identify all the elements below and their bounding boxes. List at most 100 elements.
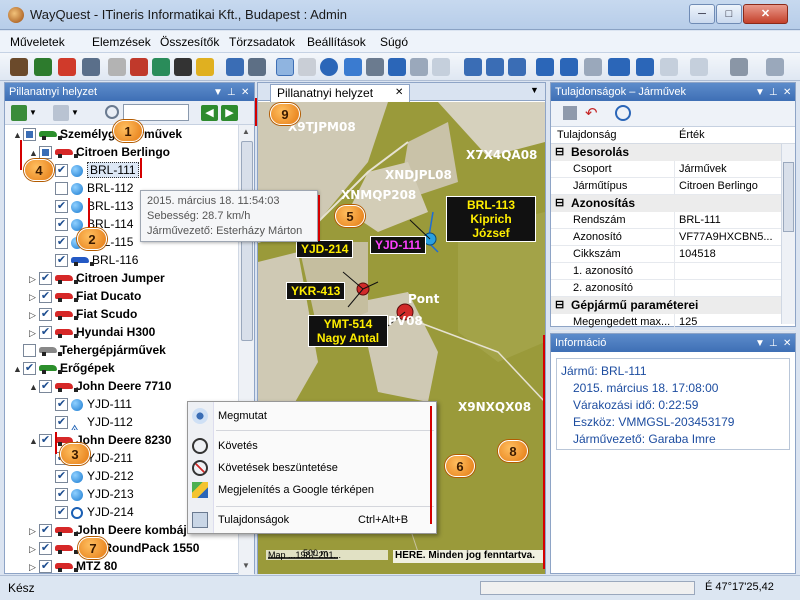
grid-icon[interactable] — [298, 58, 316, 76]
menu-sugo[interactable]: Súgó — [380, 35, 408, 49]
menu-torzsadatok[interactable]: Törzsadatok — [229, 35, 295, 49]
ctx-google-terkep[interactable]: Megjelenítés a Google térképen — [218, 480, 433, 500]
tree-group-item[interactable]: ▲Személygépjárművek — [13, 125, 182, 143]
tree-vehicle-item[interactable]: BRL-112 — [45, 179, 133, 197]
tree-checkbox[interactable] — [39, 146, 52, 160]
chart-icon[interactable] — [226, 58, 244, 76]
tree-checkbox[interactable]: ✔ — [39, 542, 52, 556]
pin-icon[interactable]: ⊥ — [769, 335, 778, 353]
tree-checkbox[interactable]: ✔ — [39, 272, 52, 286]
maximize-button[interactable]: □ — [716, 4, 742, 24]
menu-osszesitok[interactable]: Összesítők — [160, 35, 219, 49]
pan-icon[interactable] — [560, 58, 578, 76]
tree-checkbox[interactable]: ✔ — [55, 488, 68, 502]
tree-checkbox[interactable]: ✔ — [39, 560, 52, 574]
properties-scrollbar[interactable] — [781, 144, 795, 324]
property-value[interactable]: Járművek — [675, 161, 785, 178]
speaker-icon[interactable] — [248, 58, 266, 76]
tree-group-item[interactable]: ▷ ✔ MTZ 80 — [29, 557, 117, 575]
scroll-down-icon[interactable]: ▼ — [242, 561, 250, 570]
tree-vehicle-item[interactable]: ✔ YJD-111 — [45, 395, 132, 413]
tree-group-item[interactable]: ▲ ✔ John Deere 7710 — [29, 377, 171, 395]
tree-vehicle-item[interactable]: ✔ YJD-214 — [45, 503, 134, 521]
layers-icon[interactable] — [174, 58, 192, 76]
tree-group-item[interactable]: ▷ ✔ Citroen Jumper — [29, 269, 165, 287]
tree-group-item[interactable]: ▷ ✔ Hyundai H300 — [29, 323, 155, 341]
callout-ykr-413[interactable]: YKR-413 — [286, 282, 346, 300]
tree-checkbox[interactable]: ✔ — [55, 254, 68, 268]
download-icon[interactable] — [410, 58, 428, 76]
callout-brl-113[interactable]: BRL-113 Kiprich József — [446, 196, 536, 242]
tab-dropdown-icon[interactable]: ▼ — [530, 85, 539, 95]
tree-vehicle-item[interactable]: ✔ YJD-212 — [45, 467, 134, 485]
sort-chevron-icon[interactable]: ▼ — [71, 108, 79, 117]
ctx-megmutat[interactable]: Megmutat — [218, 406, 433, 426]
undo-icon[interactable]: ↶ — [585, 104, 598, 122]
dropdown-icon[interactable]: ▼ — [755, 84, 765, 102]
property-row[interactable]: 1. azonosító — [551, 263, 795, 280]
clock-icon[interactable] — [615, 105, 631, 121]
property-value[interactable] — [675, 263, 785, 280]
property-value[interactable]: 125 — [675, 314, 785, 331]
panel-close-icon[interactable]: ✕ — [783, 84, 791, 102]
tree-checkbox[interactable]: ✔ — [55, 200, 68, 214]
tree-vehicle-item[interactable]: ✔ ⟑ YJD-112 — [45, 413, 133, 433]
expander-icon[interactable]: ▷ — [29, 558, 39, 575]
collapse-icon[interactable]: ⊟ — [555, 297, 564, 313]
menu-muveletek[interactable]: Műveletek — [10, 35, 65, 49]
tree-checkbox[interactable]: ✔ — [55, 506, 68, 520]
property-value[interactable] — [675, 280, 785, 297]
expander-icon[interactable]: ▷ — [29, 288, 39, 306]
search-input[interactable] — [123, 104, 189, 121]
col-tulajdonsag[interactable]: Tulajdonság — [557, 127, 617, 143]
expander-icon[interactable]: ▷ — [29, 522, 39, 540]
car-icon[interactable] — [58, 58, 76, 76]
expander-icon[interactable]: ▷ — [29, 540, 39, 558]
panel-close-icon[interactable]: ✕ — [783, 335, 791, 353]
tree-checkbox[interactable]: ✔ — [55, 470, 68, 484]
move-icon[interactable] — [536, 58, 554, 76]
tree-group-item[interactable]: ▷ ✔ ...ne RoundPack 1550 — [29, 539, 199, 557]
dropdown-icon[interactable]: ▼ — [755, 335, 765, 353]
monitor-icon[interactable] — [388, 58, 406, 76]
tree-group-item[interactable]: ▲ ✔ Erőgépek — [13, 359, 115, 377]
panel-close-icon[interactable]: ✕ — [241, 84, 249, 102]
zoom-in-icon[interactable] — [612, 58, 630, 76]
property-row[interactable]: Azonosító VF77A9HXCBN5... — [551, 229, 795, 246]
tree-vehicle-item[interactable]: ✔ YJD-213 — [45, 485, 134, 503]
properties-scroll-thumb[interactable] — [783, 162, 794, 232]
menu-elemzesek[interactable]: Elemzések — [92, 35, 151, 49]
expander-icon[interactable]: ▷ — [29, 306, 39, 324]
tree-checkbox[interactable]: ✔ — [23, 362, 36, 376]
property-category[interactable]: ⊟ Besorolás — [551, 144, 795, 161]
property-category[interactable]: ⊟ Gépjármű paraméterei — [551, 297, 795, 314]
tree-checkbox[interactable]: ✔ — [39, 326, 52, 340]
key-icon[interactable] — [196, 58, 214, 76]
close-button[interactable]: ✕ — [743, 4, 788, 24]
property-row[interactable]: Csoport Járművek — [551, 161, 795, 178]
position-icon[interactable] — [276, 58, 294, 76]
save-icon[interactable] — [563, 106, 577, 120]
tree-vehicle-item[interactable]: ✔ BRL-111 — [45, 161, 139, 179]
expander-icon[interactable]: ▲ — [13, 360, 23, 378]
tree-group-item[interactable]: ▷ ✔ Fiat Ducato — [29, 287, 141, 305]
expander-icon[interactable]: ▲ — [29, 432, 39, 450]
copy-icon[interactable] — [432, 58, 450, 76]
tab-close-icon[interactable]: ✕ — [395, 85, 403, 101]
expander-icon[interactable]: ▲ — [29, 378, 39, 396]
property-row[interactable]: 2. azonosító — [551, 280, 795, 297]
tree-checkbox[interactable] — [23, 344, 36, 358]
counter-icon[interactable] — [82, 58, 100, 76]
dropdown-icon[interactable]: ▼ — [213, 84, 223, 102]
property-row[interactable]: Megengedett max... 125 — [551, 314, 795, 331]
tree-checkbox[interactable]: ✔ — [55, 164, 68, 178]
film-icon[interactable] — [366, 58, 384, 76]
tree-group-item[interactable]: ▷ ✔ Fiat Scudo — [29, 305, 137, 323]
expander-icon[interactable]: ▷ — [29, 324, 39, 342]
collapse-icon[interactable]: ⊟ — [555, 195, 564, 211]
tree-checkbox[interactable]: ✔ — [55, 218, 68, 232]
property-category[interactable]: ⊟ Azonosítás — [551, 195, 795, 212]
ctx-tulajdonsagok[interactable]: Tulajdonságok Ctrl+Alt+B — [218, 510, 433, 530]
tree-view-icon[interactable] — [11, 105, 27, 121]
tree-group-item[interactable]: Tehergépjárművek — [13, 341, 166, 359]
